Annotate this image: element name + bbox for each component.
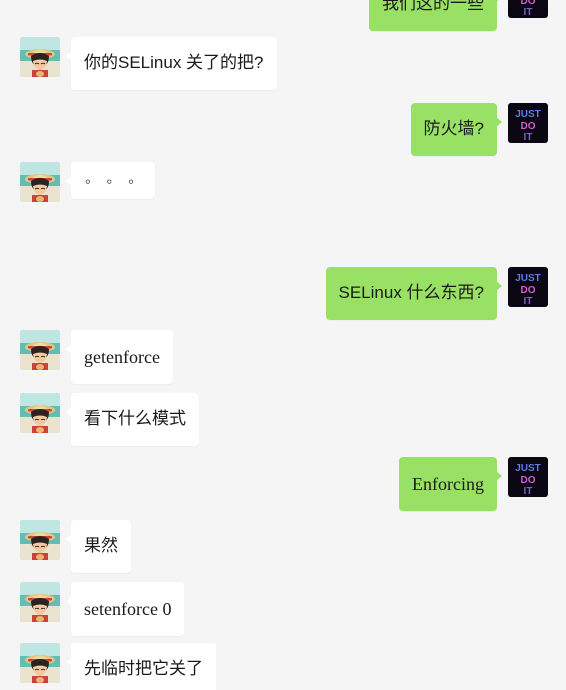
chat-bubble[interactable]: 你的SELinux 关了的把? bbox=[66, 37, 277, 90]
chat-bubble[interactable]: setenforce 0 bbox=[65, 582, 185, 637]
chat-bubble[interactable]: ⚪ ⚪ ⚪ bbox=[66, 162, 155, 199]
chat-bubble[interactable]: 防火墙? bbox=[410, 103, 503, 156]
chat-bubble[interactable]: SELinux 什么东西? bbox=[325, 267, 502, 320]
chat-bubble[interactable]: 看下什么模式 bbox=[66, 393, 199, 446]
avatar-artwork bbox=[20, 582, 60, 622]
chat-message-outgoing[interactable]: JUST DO IT 防火墙? bbox=[410, 103, 548, 156]
just-do-it-neon-avatar[interactable]: JUST DO IT bbox=[508, 457, 548, 497]
svg-text:JUST: JUST bbox=[515, 109, 541, 120]
luffy-straw-hat-avatar[interactable] bbox=[20, 37, 60, 77]
avatar-artwork: JUST DO IT bbox=[508, 0, 548, 18]
avatar-artwork bbox=[20, 643, 60, 683]
chat-message-list[interactable]: JUST DO IT 我们这的一些 bbox=[0, 0, 566, 690]
avatar-artwork bbox=[20, 37, 60, 77]
chat-bubble[interactable]: getenforce bbox=[66, 330, 173, 385]
dot-glyph: ⚪ bbox=[127, 177, 135, 187]
svg-text:IT: IT bbox=[524, 7, 533, 18]
svg-text:JUST: JUST bbox=[515, 463, 541, 474]
dot-glyph: ⚪ bbox=[105, 177, 114, 187]
avatar-artwork bbox=[20, 393, 60, 433]
avatar-artwork bbox=[20, 330, 60, 370]
svg-text:IT: IT bbox=[524, 486, 533, 497]
avatar-artwork: JUST DO IT bbox=[508, 457, 548, 497]
chat-message-incoming[interactable]: 你的SELinux 关了的把? bbox=[20, 37, 277, 90]
svg-text:DO: DO bbox=[521, 475, 536, 486]
chat-message-incoming[interactable]: 看下什么模式 bbox=[20, 393, 199, 446]
svg-text:IT: IT bbox=[524, 132, 533, 143]
avatar-artwork: JUST DO IT bbox=[508, 267, 548, 307]
chat-message-incoming[interactable]: ⚪ ⚪ ⚪ bbox=[20, 162, 155, 202]
chat-bubble[interactable]: 我们这的一些 bbox=[369, 0, 502, 31]
chat-message-outgoing[interactable]: JUST DO IT 我们这的一些 bbox=[369, 0, 548, 31]
just-do-it-neon-avatar[interactable]: JUST DO IT bbox=[508, 267, 548, 307]
just-do-it-neon-avatar[interactable]: JUST DO IT bbox=[508, 0, 548, 18]
avatar-artwork: JUST DO IT bbox=[508, 103, 548, 143]
chat-message-incoming[interactable]: setenforce 0 bbox=[20, 582, 185, 637]
svg-text:IT: IT bbox=[524, 296, 533, 307]
chat-bubble[interactable]: 果然 bbox=[66, 520, 131, 573]
svg-text:JUST: JUST bbox=[515, 273, 541, 284]
chat-message-outgoing[interactable]: JUST DO IT Enforcing bbox=[399, 457, 548, 512]
luffy-straw-hat-avatar[interactable] bbox=[20, 582, 60, 622]
chat-message-outgoing[interactable]: JUST DO IT SELinux 什么东西? bbox=[325, 267, 548, 320]
avatar-artwork bbox=[20, 520, 60, 560]
svg-text:DO: DO bbox=[521, 0, 536, 7]
chat-bubble[interactable]: 先临时把它关了 bbox=[66, 643, 216, 690]
luffy-straw-hat-avatar[interactable] bbox=[20, 520, 60, 560]
chat-bubble[interactable]: Enforcing bbox=[399, 457, 502, 512]
just-do-it-neon-avatar[interactable]: JUST DO IT bbox=[508, 103, 548, 143]
chat-message-incoming[interactable]: 先临时把它关了 bbox=[20, 643, 216, 690]
luffy-straw-hat-avatar[interactable] bbox=[20, 393, 60, 433]
luffy-straw-hat-avatar[interactable] bbox=[20, 162, 60, 202]
avatar-artwork bbox=[20, 162, 60, 202]
svg-text:DO: DO bbox=[521, 285, 536, 296]
svg-text:DO: DO bbox=[521, 121, 536, 132]
luffy-straw-hat-avatar[interactable] bbox=[20, 643, 60, 683]
luffy-straw-hat-avatar[interactable] bbox=[20, 330, 60, 370]
chat-message-incoming[interactable]: getenforce bbox=[20, 330, 173, 385]
chat-message-incoming[interactable]: 果然 bbox=[20, 520, 131, 573]
dot-glyph: ⚪ bbox=[84, 177, 92, 187]
